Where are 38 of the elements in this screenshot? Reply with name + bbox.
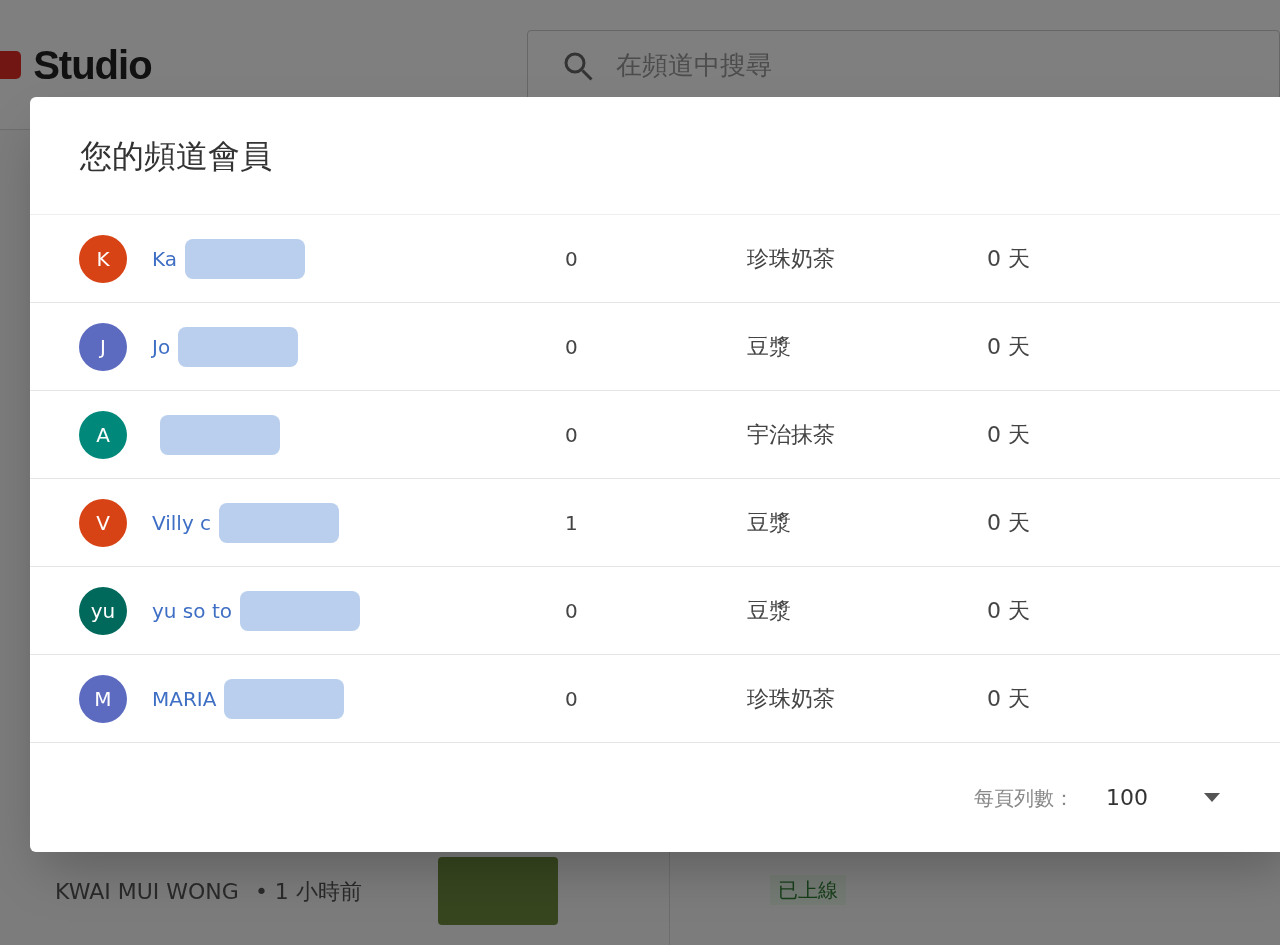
days-cell-text: 0 天 [987,245,1030,273]
count-cell-text: 0 [564,421,579,449]
avatar: A [79,410,127,459]
logo-icon [0,50,22,79]
level-cell-text: 豆漿 [747,509,792,537]
rows-per-page-label: 每頁列數： [974,784,1074,812]
feed-time: • 1 小時前 [254,877,362,906]
count-cell-text: 1 [564,509,579,537]
days-cell-text: 0 天 [987,509,1030,537]
member-name[interactable]: Jo [152,331,171,362]
avatar: J [79,322,127,371]
days-cell-text: 0 天 [987,421,1030,449]
dialog-title: 您的頻道會員 [80,135,272,177]
avatar: K [79,234,127,283]
feed-author: KWAI MUI WONG [55,877,239,906]
days-cell-text: 0 天 [987,597,1030,625]
level-cell-text: 豆漿 [747,597,792,625]
member-name[interactable]: yu so to [152,595,232,626]
count-cell-text: 0 [564,245,579,273]
avatar: V [79,498,127,547]
days-cell-text: 0 天 [987,333,1030,361]
level-cell-text: 豆漿 [747,333,792,361]
avatar: yu [79,586,127,635]
level-cell-text: 珍珠奶茶 [747,245,836,273]
caret-icon [1204,792,1220,803]
logo-text: Studio [33,41,152,89]
level-cell-text: 珍珠奶茶 [747,685,836,713]
member-name[interactable]: Villy c [152,507,212,538]
status-label: 已上線 [770,875,846,905]
rows-per-page-select[interactable]: 100 [1106,781,1220,814]
count-cell-text: 0 [564,685,579,713]
level-cell-text: 宇治抹茶 [747,421,836,449]
member-name[interactable]: Ka [152,243,178,274]
days-cell-text: 0 天 [987,685,1030,713]
avatar: M [79,674,127,723]
count-cell-text: 0 [564,597,579,625]
member-name[interactable]: MARIA [152,683,217,714]
count-cell-text: 0 [564,333,579,361]
